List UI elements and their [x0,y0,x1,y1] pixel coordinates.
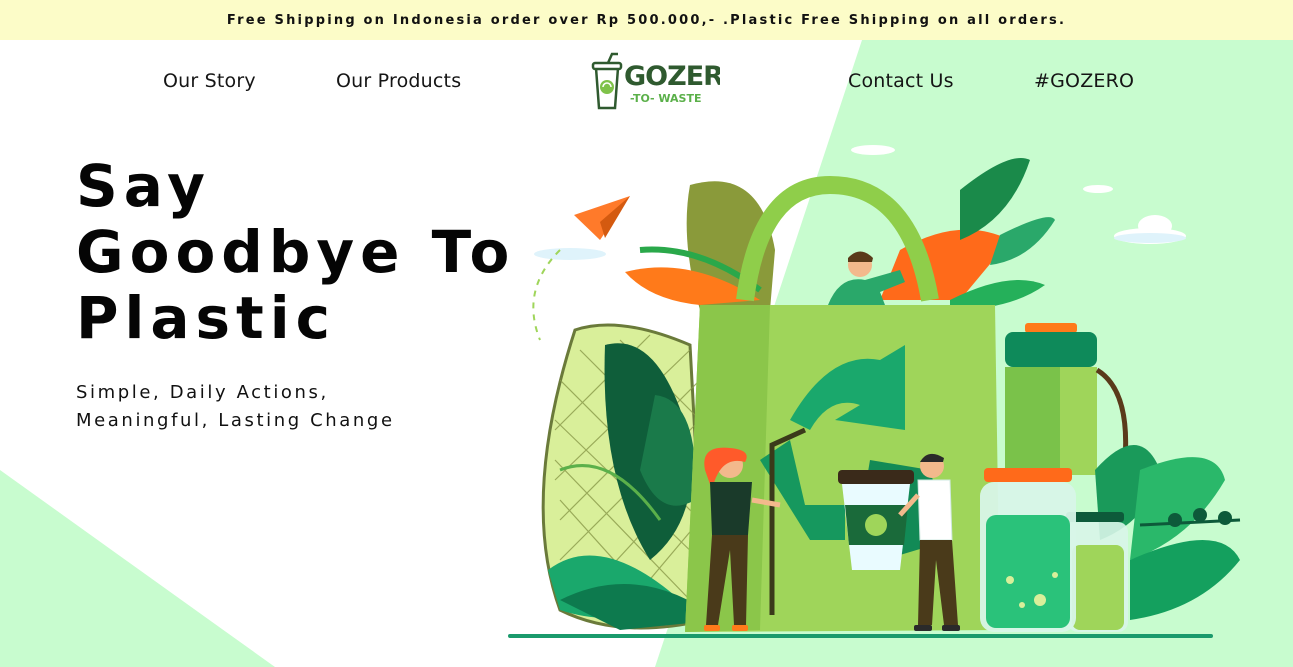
main-nav: Our Story Our Products GOZERO -TO- WASTE… [0,40,1293,126]
hero-subtitle-line: Meaningful, Lasting Change [76,410,395,431]
announcement-bar: Free Shipping on Indonesia order over Rp… [0,0,1293,40]
brand-logo[interactable]: GOZERO -TO- WASTE [588,50,746,114]
cloud-icon [534,145,1186,260]
svg-text:GOZERO: GOZERO [624,61,720,92]
nav-link-our-products[interactable]: Our Products [336,70,461,92]
nav-link-our-story[interactable]: Our Story [163,70,256,92]
hero-subtitle: Simple, Daily Actions, Meaningful, Lasti… [76,379,496,435]
nav-link-contact-us[interactable]: Contact Us [848,70,954,92]
bottle-icon [1005,323,1129,475]
hero-title-line: Plastic [76,284,337,352]
hero-title: Say Goodbye To Plastic [76,153,546,351]
hero-title-line: Goodbye To [76,218,516,286]
nav-link-gozero[interactable]: #GOZERO [1034,70,1134,92]
hero-illustration [508,145,1241,638]
cloud-outline-icon [534,233,1186,260]
hero-title-line: Say [76,152,211,220]
logo-cup-icon: GOZERO -TO- WASTE [591,52,746,110]
svg-text:-TO- WASTE: -TO- WASTE [630,92,702,105]
announcement-text: Free Shipping on Indonesia order over Rp… [226,12,1067,28]
paper-plane-icon [532,196,630,341]
hero-subtitle-line: Simple, Daily Actions, [76,382,329,403]
